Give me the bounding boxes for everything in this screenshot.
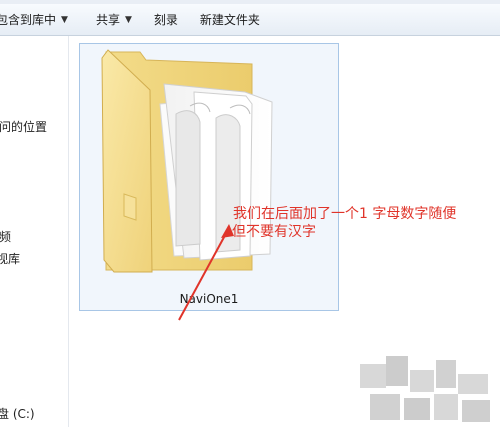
nav-item-video-library[interactable]: 视库 [0, 250, 20, 267]
nav-item-recent-places[interactable]: 问的位置 [0, 118, 47, 135]
share-button[interactable]: 共享 ▼ [87, 9, 141, 31]
nav-item-label: 视库 [0, 252, 21, 266]
nav-item-drive-c[interactable]: 盘 (C:) [0, 405, 35, 422]
annotation-line-1: 我们在后面加了一个1 字母数字随便 [233, 206, 457, 222]
nav-item-videos[interactable]: 频 [0, 228, 11, 245]
folder-item[interactable] [79, 43, 339, 311]
watermark-blur [352, 352, 500, 427]
navigation-pane: 问的位置 频 视库 盘 (C:) [0, 36, 69, 427]
folder-icon [101, 49, 273, 273]
caret-down-icon: ▼ [61, 14, 68, 25]
folder-name-label[interactable]: NaviOne1 [79, 292, 339, 306]
share-label: 共享 [95, 13, 120, 27]
command-bar: 包含到库中 ▼ 共享 ▼ 刻录 新建文件夹 [0, 4, 500, 36]
nav-item-label: 问的位置 [0, 120, 48, 134]
burn-button[interactable]: 刻录 [145, 9, 187, 31]
include-in-library-label: 包含到库中 [0, 13, 57, 27]
nav-item-label: 频 [0, 230, 12, 244]
annotation-line-2: 但不要有汉字 [232, 224, 316, 240]
new-folder-label: 新建文件夹 [199, 13, 260, 27]
new-folder-button[interactable]: 新建文件夹 [191, 9, 269, 31]
nav-item-label: 盘 (C:) [0, 407, 35, 421]
caret-down-icon: ▼ [124, 14, 132, 25]
include-in-library-button[interactable]: 包含到库中 ▼ [0, 9, 77, 31]
burn-label: 刻录 [153, 13, 178, 27]
